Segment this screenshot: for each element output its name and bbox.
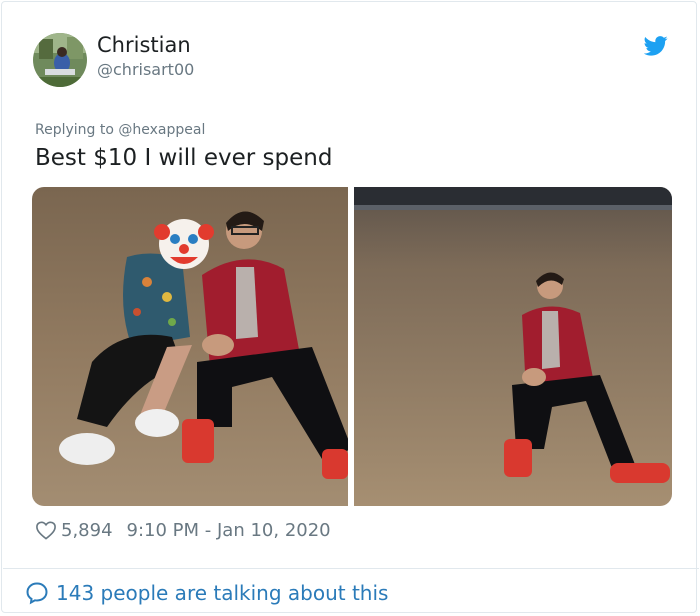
tweet-meta: 5,894 9:10 PM - Jan 10, 2020 <box>35 518 331 542</box>
conversation-text[interactable]: 143 people are talking about this <box>56 581 388 605</box>
replying-to: Replying to @hexappeal <box>35 122 205 138</box>
twitter-bird-icon[interactable] <box>643 36 668 56</box>
replying-handle-link[interactable]: @hexappeal <box>118 122 205 138</box>
tweet-text: Best $10 I will ever spend <box>35 145 333 171</box>
photo-man-on-sand[interactable] <box>354 187 672 506</box>
avatar[interactable] <box>33 33 87 87</box>
author-name[interactable]: Christian <box>97 33 191 57</box>
like-count[interactable]: 5,894 <box>61 520 113 541</box>
photo-two-men-on-sand[interactable] <box>32 187 352 506</box>
speech-bubble-icon <box>26 582 48 605</box>
tweet-card: Christian @chrisart00 Replying to @hexap… <box>1 1 699 613</box>
replying-prefix: Replying to <box>35 122 114 138</box>
tweet-timestamp[interactable]: 9:10 PM - Jan 10, 2020 <box>127 520 331 541</box>
heart-icon[interactable] <box>35 520 57 540</box>
tweet-media <box>32 187 672 506</box>
author-handle[interactable]: @chrisart00 <box>97 60 194 79</box>
divider <box>3 568 699 569</box>
conversation-link[interactable]: 143 people are talking about this <box>25 580 388 606</box>
